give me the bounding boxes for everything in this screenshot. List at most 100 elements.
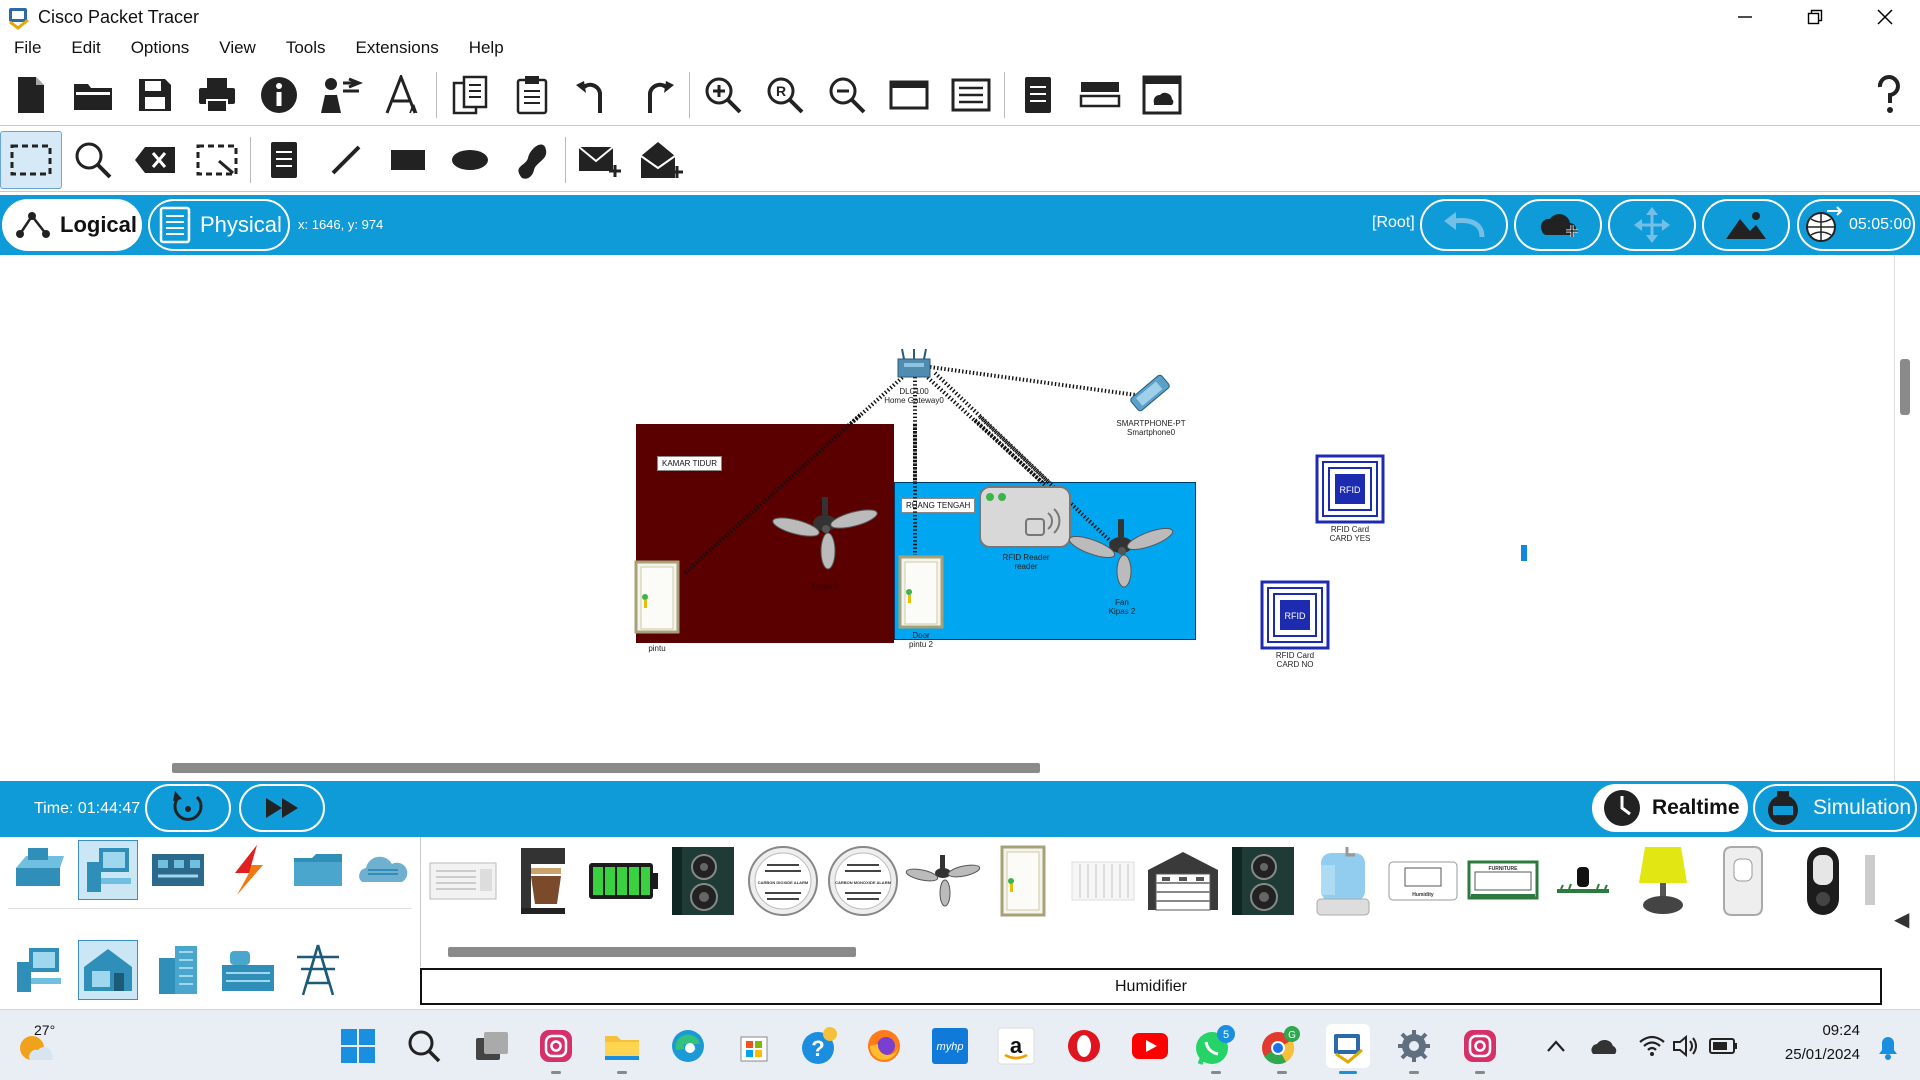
- realtime-mode-button[interactable]: Realtime: [1592, 784, 1748, 832]
- category-end-devices[interactable]: [78, 840, 138, 900]
- copy-button[interactable]: [439, 66, 501, 124]
- activity-wizard-button[interactable]: [310, 66, 372, 124]
- paste-button[interactable]: [501, 66, 563, 124]
- drawing-palette-button[interactable]: [878, 66, 940, 124]
- ellipse-tool[interactable]: [439, 131, 501, 189]
- help-button[interactable]: [1858, 66, 1920, 124]
- inspect-tool[interactable]: [62, 131, 124, 189]
- device-air-conditioner[interactable]: [425, 843, 501, 919]
- device-portable-music-player[interactable]: [1785, 843, 1861, 919]
- taskbar-instagram[interactable]: [534, 1024, 578, 1074]
- note-tool[interactable]: [253, 131, 315, 189]
- partial-device[interactable]: [1865, 855, 1875, 905]
- menu-extensions[interactable]: Extensions: [356, 38, 439, 58]
- fast-forward-button[interactable]: [239, 784, 325, 832]
- home-gateway-device[interactable]: [894, 347, 934, 387]
- add-simple-pdu-tool[interactable]: [568, 131, 630, 189]
- new-button[interactable]: [0, 66, 62, 124]
- logical-workspace[interactable]: KAMAR TIDUR RUANG TENGAH DLC100 Home Gate…: [0, 255, 1920, 781]
- onedrive-tray[interactable]: [1582, 1024, 1626, 1068]
- start-button[interactable]: [336, 1024, 380, 1068]
- taskbar-amazon[interactable]: a: [994, 1024, 1038, 1068]
- taskbar-youtube[interactable]: [1128, 1024, 1172, 1068]
- menu-file[interactable]: File: [14, 38, 41, 58]
- subcategory-industrial[interactable]: [218, 940, 278, 1000]
- set-background-button[interactable]: [1702, 199, 1790, 251]
- save-button[interactable]: [124, 66, 186, 124]
- device-speaker-2[interactable]: [1225, 843, 1301, 919]
- new-cluster-button[interactable]: [1514, 199, 1602, 251]
- redo-button[interactable]: [625, 66, 687, 124]
- show-hidden-icons[interactable]: [1534, 1024, 1578, 1068]
- category-connections[interactable]: [218, 840, 278, 900]
- ceiling-fan-2-device[interactable]: [1066, 517, 1176, 597]
- smartphone-device[interactable]: [1120, 373, 1176, 417]
- move-object-button[interactable]: [1608, 199, 1696, 251]
- zoom-in-button[interactable]: [692, 66, 754, 124]
- device-ceiling-fan[interactable]: [905, 843, 981, 919]
- resize-tool[interactable]: [186, 131, 248, 189]
- horizontal-scrollbar[interactable]: [172, 763, 1040, 773]
- add-complex-pdu-tool[interactable]: [630, 131, 692, 189]
- notifications-button[interactable]: [1866, 1024, 1910, 1068]
- open-button[interactable]: [62, 66, 124, 124]
- taskbar-search[interactable]: [402, 1024, 446, 1068]
- close-button[interactable]: [1850, 0, 1920, 34]
- cluster-button[interactable]: [1131, 66, 1193, 124]
- device-motion-detector[interactable]: [1705, 843, 1781, 919]
- taskbar-myhp[interactable]: myhp: [928, 1024, 972, 1068]
- device-door[interactable]: [985, 843, 1061, 919]
- taskbar-firefox[interactable]: [862, 1024, 906, 1068]
- door-1-device[interactable]: [634, 560, 680, 634]
- device-battery[interactable]: [585, 843, 661, 919]
- select-tool[interactable]: [0, 130, 62, 189]
- ceiling-fan-1-device[interactable]: [770, 495, 880, 575]
- vertical-scrollbar[interactable]: [1900, 359, 1910, 415]
- back-button[interactable]: [1420, 199, 1508, 251]
- taskbar-file-explorer[interactable]: [600, 1024, 644, 1074]
- power-cycle-button[interactable]: [145, 784, 231, 832]
- print-button[interactable]: [186, 66, 248, 124]
- device-search-field[interactable]: [8, 909, 412, 931]
- restore-button[interactable]: [1780, 0, 1850, 34]
- viewport-clock-button[interactable]: 05:05:00: [1797, 199, 1915, 251]
- taskbar-help[interactable]: ?: [798, 1024, 842, 1068]
- menu-edit[interactable]: Edit: [71, 38, 100, 58]
- rfid-card-yes-device[interactable]: RFID: [1315, 454, 1385, 524]
- zoom-out-button[interactable]: [816, 66, 878, 124]
- menu-tools[interactable]: Tools: [286, 38, 326, 58]
- device-co-detector[interactable]: CARBON MONOXIDE ALARM: [825, 843, 901, 919]
- freeform-tool[interactable]: [501, 131, 563, 189]
- taskbar-instagram-2[interactable]: [1458, 1024, 1502, 1074]
- collapse-arrow-icon[interactable]: ◀: [1894, 907, 1909, 932]
- system-clock-date[interactable]: 25/01/2024: [1740, 1046, 1860, 1063]
- zoom-reset-button[interactable]: R: [754, 66, 816, 124]
- info-button[interactable]: [248, 66, 310, 124]
- device-humidifier[interactable]: [1305, 843, 1381, 919]
- custom-device-button[interactable]: [940, 66, 1002, 124]
- device-lawn-sprinkler[interactable]: [1545, 843, 1621, 919]
- undo-button[interactable]: [563, 66, 625, 124]
- subcategory-end-devices[interactable]: [8, 940, 68, 1000]
- taskbar-store[interactable]: [732, 1024, 776, 1068]
- taskbar-chrome[interactable]: G: [1260, 1024, 1304, 1074]
- category-miscellaneous[interactable]: [288, 840, 348, 900]
- menu-help[interactable]: Help: [469, 38, 504, 58]
- subcategory-home[interactable]: [78, 940, 138, 1000]
- device-co2-detector[interactable]: CARBON DIOXIDE ALARM: [745, 843, 821, 919]
- device-list-scrollbar[interactable]: [448, 947, 856, 957]
- subcategory-smart-city[interactable]: [148, 940, 208, 1000]
- rfid-card-no-device[interactable]: RFID: [1260, 580, 1330, 650]
- device-list-button[interactable]: [1069, 66, 1131, 124]
- pdu-button[interactable]: A: [372, 66, 434, 124]
- category-network-devices[interactable]: [8, 840, 68, 900]
- device-radiator[interactable]: [1065, 843, 1141, 919]
- root-breadcrumb[interactable]: [Root]: [1372, 214, 1415, 232]
- rectangle-tool[interactable]: [377, 131, 439, 189]
- device-humidity-monitor[interactable]: Humidity: [1385, 843, 1461, 919]
- minimize-button[interactable]: [1710, 0, 1780, 34]
- menu-view[interactable]: View: [219, 38, 256, 58]
- subcategory-power-grid[interactable]: [288, 940, 348, 1000]
- line-tool[interactable]: [315, 131, 377, 189]
- taskbar-packet-tracer[interactable]: [1326, 1024, 1370, 1074]
